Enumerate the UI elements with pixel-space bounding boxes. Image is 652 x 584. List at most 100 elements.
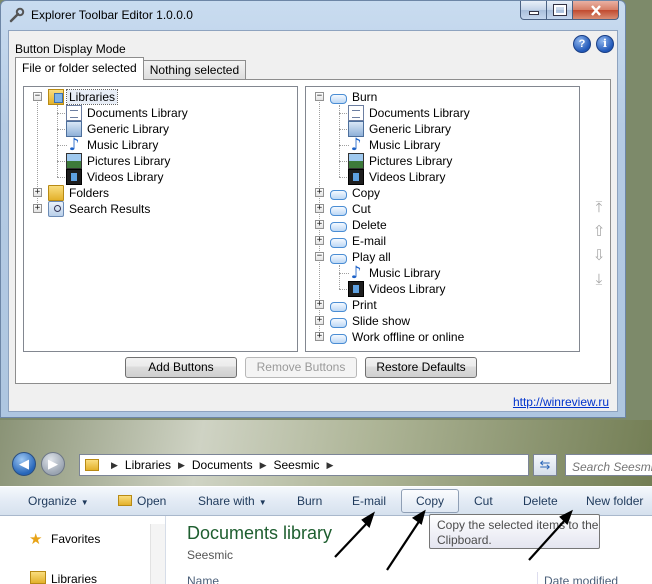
tab-nothing-selected[interactable]: Nothing selected (142, 60, 247, 80)
back-button[interactable]: ◀ (12, 452, 36, 476)
email-button[interactable]: E-mail (352, 494, 386, 508)
expand-icon[interactable]: + (315, 300, 324, 309)
expand-icon[interactable]: + (315, 220, 324, 229)
remove-buttons-button[interactable]: Remove Buttons (245, 357, 357, 378)
tree-node-work-offline[interactable]: + Work offline or online (314, 329, 466, 345)
tree-node-print[interactable]: + Print (314, 297, 379, 313)
tab-file-or-folder-selected[interactable]: File or folder selected (15, 57, 144, 80)
nav-libraries[interactable]: Libraries (51, 572, 97, 584)
new-folder-button[interactable]: New folder (586, 494, 643, 508)
open-button[interactable]: Open (118, 494, 166, 508)
share-with-button[interactable]: Share with ▼ (198, 494, 267, 508)
burn-button[interactable]: Burn (297, 494, 322, 508)
breadcrumb-chevron-icon[interactable]: ▶ (327, 460, 334, 471)
expand-icon[interactable]: + (315, 236, 324, 245)
tree-node-cut[interactable]: + Cut (314, 201, 373, 217)
libraries-icon (48, 89, 64, 105)
tree-label: Music Library (87, 138, 159, 152)
collapse-icon[interactable]: − (315, 252, 324, 261)
cut-button[interactable]: Cut (474, 494, 493, 508)
move-up-icon[interactable]: ⇧ (590, 220, 608, 244)
move-down-icon[interactable]: ⇩ (590, 244, 608, 268)
minimize-button[interactable] (520, 1, 547, 20)
breadcrumb-chevron-icon[interactable]: ▶ (260, 460, 267, 471)
open-label: Open (137, 494, 167, 508)
tree-node-burn-documents-library[interactable]: Documents Library (348, 105, 472, 121)
tree-node-burn[interactable]: − Burn (314, 89, 379, 105)
tree-label: Libraries (65, 89, 119, 105)
maximize-button[interactable] (547, 1, 573, 20)
address-bar[interactable]: ▶Libraries ▶Documents ▶Seesmic ▶ ▼ (79, 454, 544, 476)
navigation-pane: ★ Favorites Libraries (0, 516, 166, 584)
library-subtitle[interactable]: Seesmic (187, 548, 233, 562)
breadcrumb-chevron-icon[interactable]: ▶ (111, 460, 118, 471)
tree-node-burn-generic-library[interactable]: Generic Library (348, 121, 453, 137)
restore-defaults-button[interactable]: Restore Defaults (365, 357, 477, 378)
tree-node-play-all-videos-library[interactable]: Videos Library (348, 281, 448, 297)
search-input[interactable] (565, 454, 652, 476)
music-note-icon: ♪ (350, 135, 362, 155)
tree-node-pictures-library[interactable]: Pictures Library (66, 153, 172, 169)
breadcrumb-chevron-icon[interactable]: ▶ (178, 460, 185, 471)
tree-node-delete[interactable]: + Delete (314, 217, 389, 233)
tree-node-folders[interactable]: + Folders (32, 185, 111, 201)
move-to-bottom-icon[interactable]: ⤓ (590, 268, 608, 292)
delete-button[interactable]: Delete (523, 494, 558, 508)
refresh-button[interactable]: ⇆ (533, 454, 557, 476)
expand-icon[interactable]: + (315, 316, 324, 325)
available-items-tree[interactable]: − Libraries Documents Library Generic Li… (23, 86, 298, 352)
copy-button[interactable]: Copy (401, 489, 459, 513)
library-title: Documents library (187, 523, 333, 543)
video-icon (348, 169, 364, 185)
column-header-date-modified[interactable]: Date modified (544, 574, 618, 584)
column-divider[interactable] (537, 572, 538, 584)
mode-tabs: File or folder selected Nothing selected (15, 57, 247, 80)
info-icon[interactable]: i (596, 35, 614, 53)
toolbar-buttons-tree[interactable]: − Burn Documents Library Generic Library… (305, 86, 580, 352)
collapse-icon[interactable]: − (33, 92, 42, 101)
breadcrumb-libraries[interactable]: Libraries (125, 458, 171, 472)
wrench-icon (9, 7, 25, 23)
expand-icon[interactable]: + (315, 204, 324, 213)
tree-node-generic-library[interactable]: Generic Library (66, 121, 171, 137)
nav-favorites[interactable]: Favorites (51, 532, 100, 546)
close-button[interactable] (573, 1, 619, 20)
expand-icon[interactable]: + (33, 204, 42, 213)
tree-node-libraries[interactable]: − Libraries (32, 89, 119, 105)
title-bar[interactable]: Explorer Toolbar Editor 1.0.0.0 (1, 1, 625, 29)
tree-label: Copy (352, 186, 381, 200)
help-icon[interactable]: ? (573, 35, 591, 53)
tree-node-burn-videos-library[interactable]: Videos Library (348, 169, 448, 185)
music-note-icon: ♪ (68, 135, 80, 155)
tree-node-videos-library[interactable]: Videos Library (66, 169, 166, 185)
refresh-icon: ⇆ (539, 457, 551, 472)
breadcrumb-documents[interactable]: Documents (192, 458, 253, 472)
tree-label: Delete (352, 218, 387, 232)
organize-button[interactable]: Organize ▼ (28, 494, 89, 508)
breadcrumb-seesmic[interactable]: Seesmic (274, 458, 320, 472)
tab-panel: − Libraries Documents Library Generic Li… (15, 79, 611, 384)
tree-node-copy[interactable]: + Copy (314, 185, 382, 201)
website-link[interactable]: http://winreview.ru (513, 395, 609, 409)
column-header-name[interactable]: Name (187, 574, 219, 584)
tree-node-music-library[interactable]: ♪ Music Library (66, 135, 160, 155)
tree-node-slide-show[interactable]: + Slide show (314, 313, 412, 329)
add-buttons-button[interactable]: Add Buttons (125, 357, 237, 378)
tree-node-documents-library[interactable]: Documents Library (66, 105, 190, 121)
tree-label: Slide show (352, 314, 411, 328)
expand-icon[interactable]: + (315, 332, 324, 341)
move-to-top-icon[interactable]: ⤒ (590, 196, 608, 220)
nav-scrollbar[interactable] (150, 524, 165, 584)
button-icon (330, 333, 347, 344)
forward-button[interactable]: ▶ (41, 452, 65, 476)
tree-node-search-results[interactable]: + Search Results (32, 201, 152, 217)
tree-node-play-all-music-library[interactable]: ♪ Music Library (348, 265, 442, 282)
tree-node-burn-pictures-library[interactable]: Pictures Library (348, 153, 454, 169)
window-title: Explorer Toolbar Editor 1.0.0.0 (31, 8, 193, 22)
tree-node-burn-music-library[interactable]: ♪ Music Library (348, 135, 442, 155)
tree-node-email[interactable]: + E-mail (314, 233, 388, 249)
expand-icon[interactable]: + (315, 188, 324, 197)
command-bar: Organize ▼ Open Share with ▼ Burn E-mail C… (0, 486, 652, 516)
collapse-icon[interactable]: − (315, 92, 324, 101)
expand-icon[interactable]: + (33, 188, 42, 197)
